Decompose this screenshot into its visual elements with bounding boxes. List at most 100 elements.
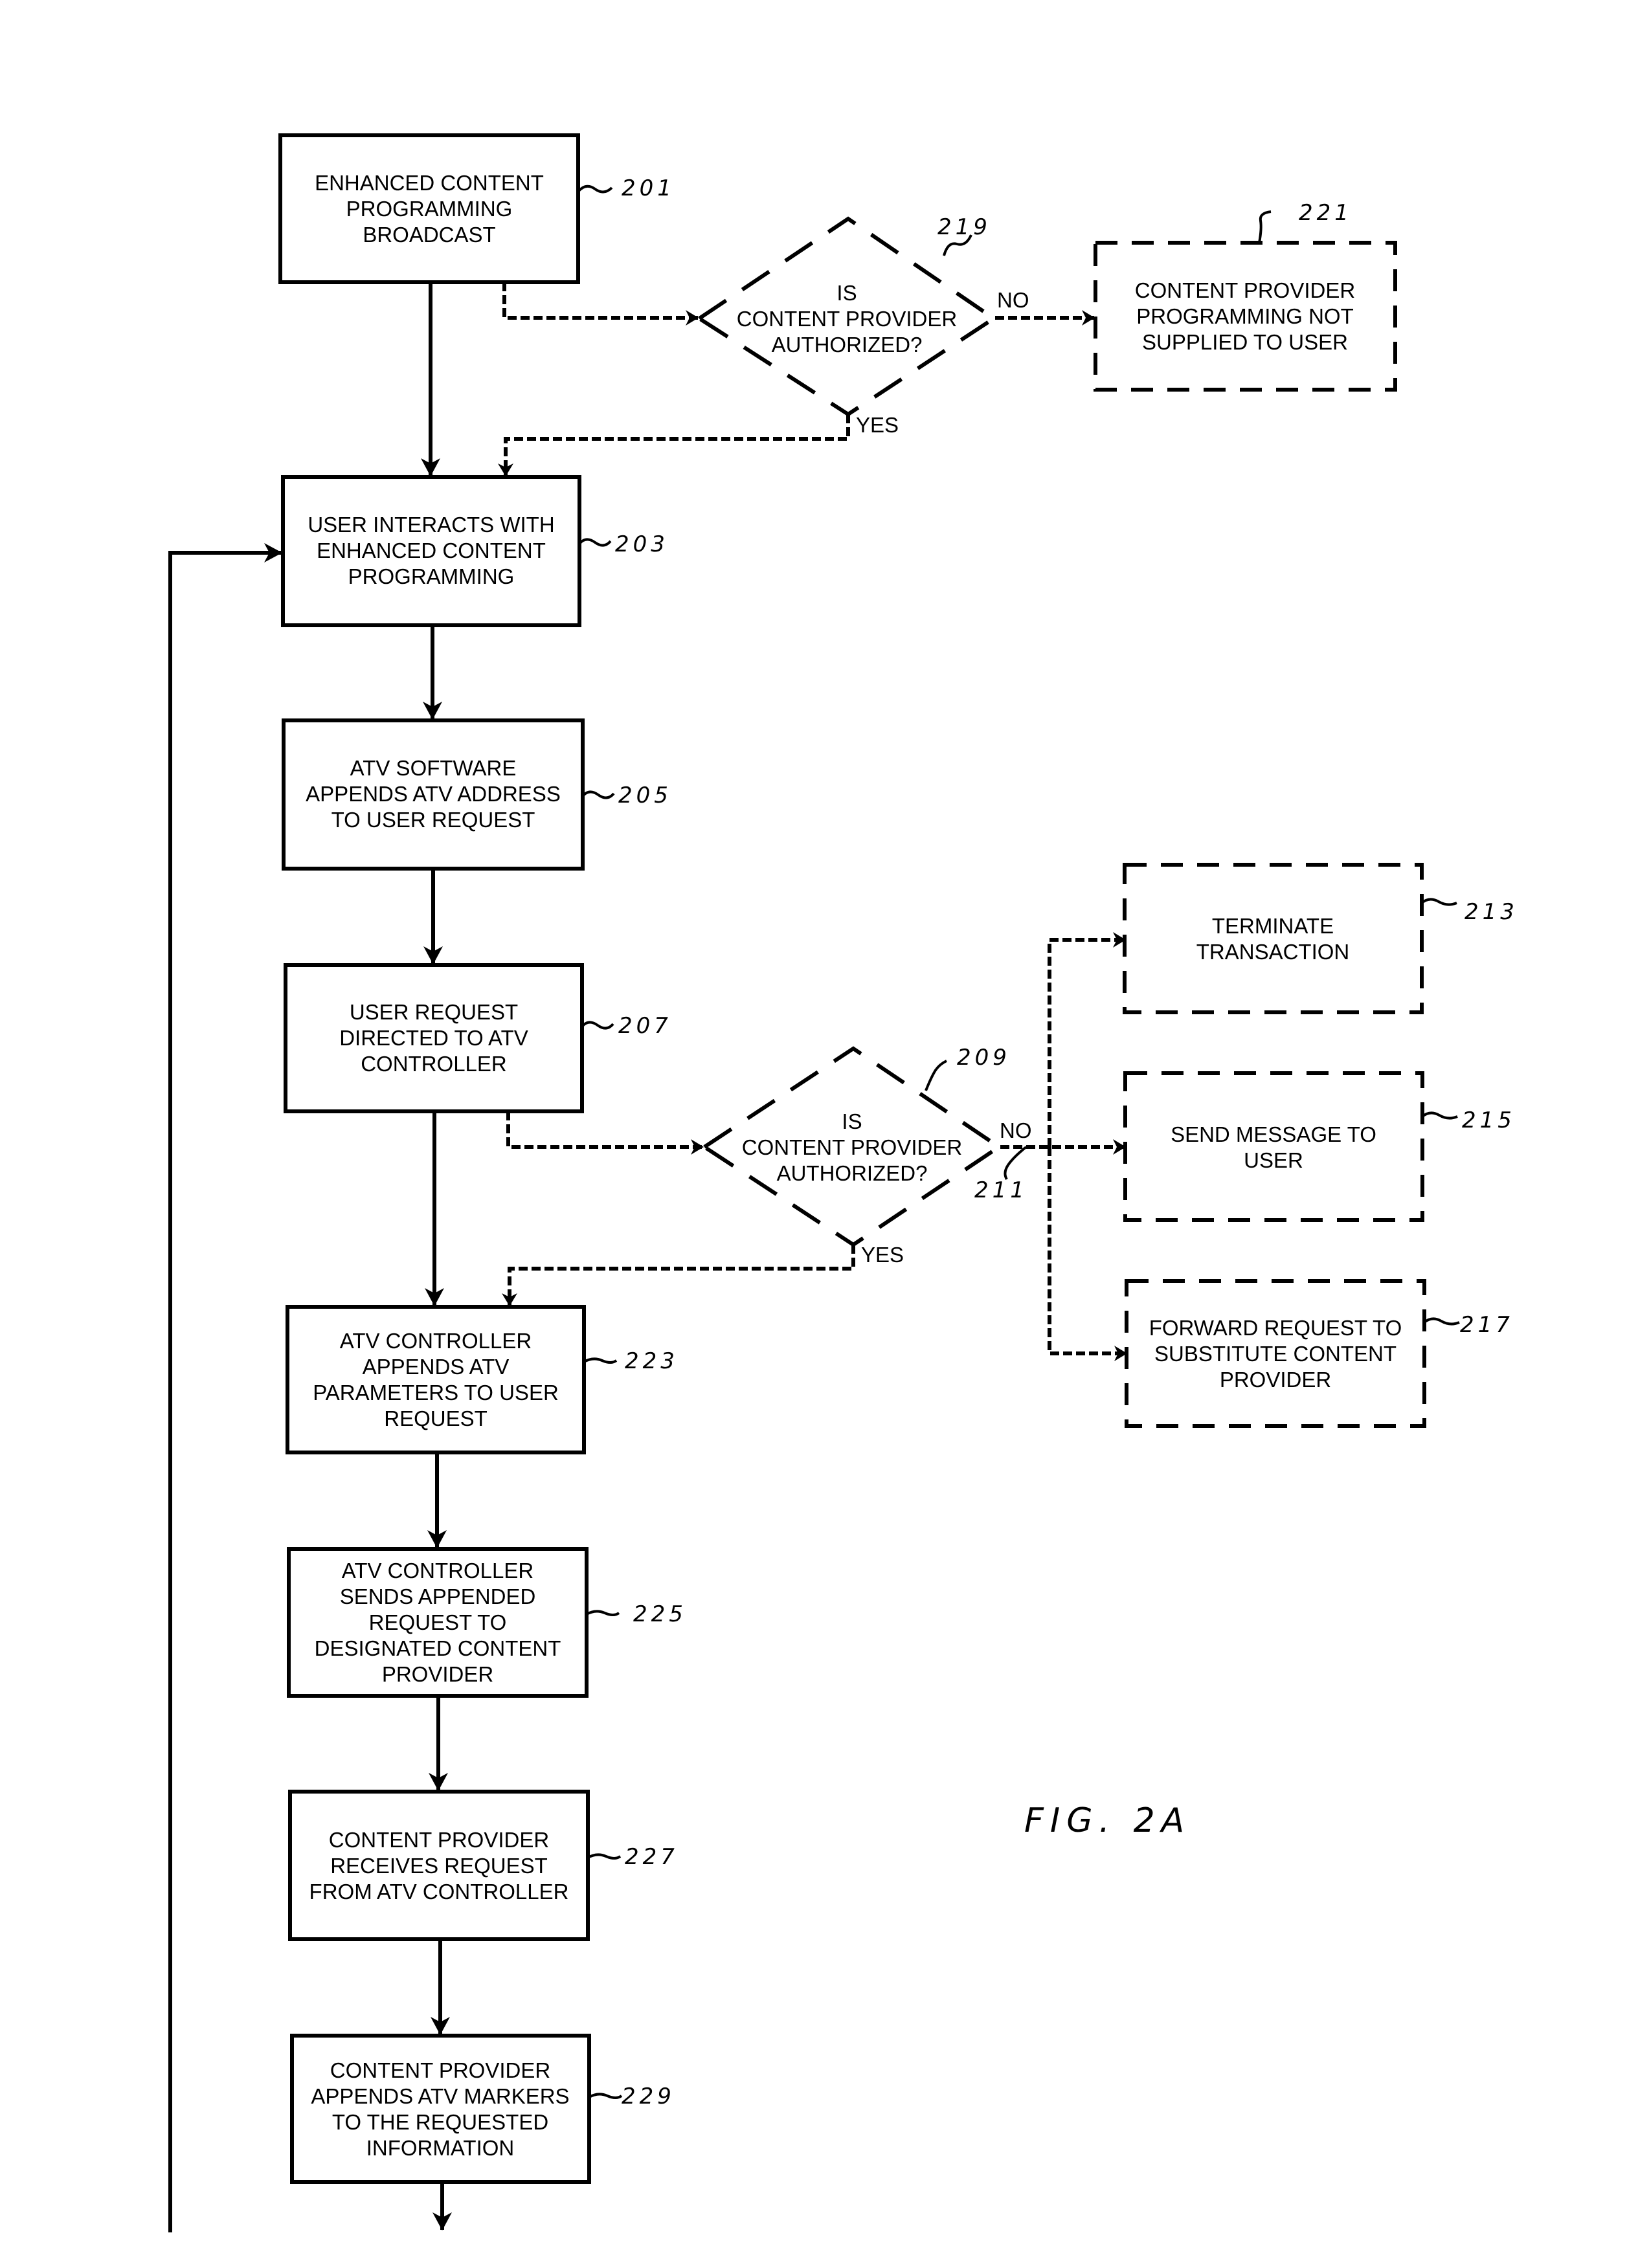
ref-219: 219 [937,214,991,240]
step-213: TERMINATETRANSACTION [1123,863,1424,1014]
step-219-line: AUTHORIZED? [772,333,923,357]
step-227-line: CONTENT PROVIDER [329,1828,549,1852]
step-203: USER INTERACTS WITHENHANCED CONTENTPROGR… [281,475,581,627]
step-227-line: RECEIVES REQUEST [330,1854,548,1878]
step-217-line: SUBSTITUTE CONTENT [1154,1342,1397,1366]
ref-217: 217 [1460,1312,1514,1338]
ref-227: 227 [625,1844,679,1870]
leader-209 [925,1060,947,1091]
step-207-line: DIRECTED TO ATV [339,1026,528,1050]
ref-225: 225 [633,1601,687,1627]
step-203-line: PROGRAMMING [348,564,515,588]
step-203-line: USER INTERACTS WITH [308,513,554,537]
ref-203: 203 [615,531,669,557]
step-209-line: AUTHORIZED? [777,1161,928,1185]
step-223-line: APPENDS ATV [363,1355,510,1379]
step-215: SEND MESSAGE TOUSER [1123,1071,1424,1222]
step-229-line: CONTENT PROVIDER [330,2058,550,2082]
step-209-line: IS [842,1109,862,1133]
leader-203 [578,538,612,547]
ref-215: 215 [1462,1107,1516,1133]
step-229-line: TO THE REQUESTED [332,2110,548,2134]
ref-209: 209 [957,1045,1011,1071]
leader-211 [1004,1146,1027,1181]
connector-no-217 [1048,1147,1127,1361]
step-209-line: CONTENT PROVIDER [742,1135,962,1159]
ref-221: 221 [1299,200,1352,226]
step-217-line: PROVIDER [1220,1368,1331,1392]
ref-201: 201 [622,175,675,201]
step-223-line: PARAMETERS TO USER [313,1381,559,1405]
flowchart-canvas: ENHANCED CONTENTPROGRAMMINGBROADCAST ISC… [168,133,1518,2232]
step-219-line: IS [836,281,857,305]
step-213-line: TERMINATE [1212,914,1334,938]
step-205-line: APPENDS ATV ADDRESS [306,782,561,806]
step-205: ATV SOFTWAREAPPENDS ATV ADDRESSTO USER R… [282,718,585,871]
step-225-line: ATV CONTROLLER [342,1559,533,1583]
step-215-line: SEND MESSAGE TO [1171,1122,1376,1146]
step-225-line: PROVIDER [382,1662,493,1686]
step-225: ATV CONTROLLERSENDS APPENDEDREQUEST TODE… [287,1547,589,1698]
step-221-line: CONTENT PROVIDER [1135,278,1355,302]
leader-217 [1423,1317,1460,1326]
step-227-line: FROM ATV CONTROLLER [309,1880,569,1904]
leader-225 [586,1610,620,1616]
step-207: USER REQUESTDIRECTED TO ATVCONTROLLER [284,963,584,1113]
ref-229: 229 [622,2084,675,2109]
step-223: ATV CONTROLLERAPPENDS ATVPARAMETERS TO U… [286,1305,586,1454]
leader-215 [1421,1111,1458,1120]
step-201-line: BROADCAST [363,223,495,247]
step-227-text: CONTENT PROVIDERRECEIVES REQUESTFROM ATV… [309,1828,569,1904]
step-205-line: TO USER REQUEST [331,808,535,832]
step-203-line: ENHANCED CONTENT [317,539,546,562]
figure-label: FIG. 2A [1024,1801,1191,1840]
step-201-line: ENHANCED CONTENT [315,171,544,195]
connector-no-213 [1048,932,1126,1147]
ref-213: 213 [1464,899,1518,925]
step-227: CONTENT PROVIDERRECEIVES REQUESTFROM ATV… [288,1790,590,1941]
step-207-line: CONTROLLER [361,1052,507,1076]
leader-223 [583,1357,618,1364]
ref-211: 211 [974,1177,1028,1203]
connector-209-223-yes [502,1245,855,1306]
step-221: CONTENT PROVIDERPROGRAMMING NOTSUPPLIED … [1094,241,1397,392]
step-217: FORWARD REQUEST TOSUBSTITUTE CONTENTPROV… [1125,1279,1426,1428]
step-225-line: SENDS APPENDED [340,1584,536,1608]
step-221-text: CONTENT PROVIDERPROGRAMMING NOTSUPPLIED … [1135,278,1355,354]
decision-219: ISCONTENT PROVIDERAUTHORIZED? [695,216,998,417]
step-229-line: INFORMATION [366,2136,515,2160]
step-223-line: ATV CONTROLLER [340,1329,532,1353]
step-217-line: FORWARD REQUEST TO [1149,1316,1402,1340]
leader-213 [1420,898,1457,906]
decision-209-yes-label: YES [861,1243,904,1267]
step-223-line: REQUEST [384,1406,488,1430]
connector-201-219 [502,282,699,326]
step-219-line: CONTENT PROVIDER [737,307,957,331]
step-221-line: PROGRAMMING NOT [1136,304,1354,328]
step-229: CONTENT PROVIDERAPPENDS ATV MARKERSTO TH… [290,2034,591,2184]
step-225-line: DESIGNATED CONTENT [315,1636,561,1660]
step-201-line: PROGRAMMING [346,197,513,221]
step-207-line: USER REQUEST [350,1000,518,1024]
leader-201 [577,184,613,194]
leader-221 [1258,210,1272,243]
step-207-text: USER REQUESTDIRECTED TO ATVCONTROLLER [339,1000,528,1076]
connector-207-209 [506,1111,704,1155]
step-221-line: SUPPLIED TO USER [1142,330,1348,354]
step-205-line: ATV SOFTWARE [350,756,517,780]
step-213-line: TRANSACTION [1196,940,1350,964]
ref-207: 207 [618,1013,672,1039]
ref-205: 205 [618,783,672,808]
leader-227 [587,1853,622,1860]
loop-back-connector [168,543,282,2232]
leader-229 [589,2093,623,2099]
decision-209-no-label: NO [1000,1118,1032,1142]
leader-205 [581,790,615,799]
decision-219-no-label: NO [997,288,1029,312]
step-229-line: APPENDS ATV MARKERS [311,2084,569,2108]
step-201: ENHANCED CONTENTPROGRAMMINGBROADCAST [278,133,580,284]
step-215-line: USER [1244,1148,1303,1172]
connector-219-203-yes [498,414,850,476]
decision-219-yes-label: YES [856,413,899,437]
step-225-line: REQUEST TO [369,1610,507,1634]
